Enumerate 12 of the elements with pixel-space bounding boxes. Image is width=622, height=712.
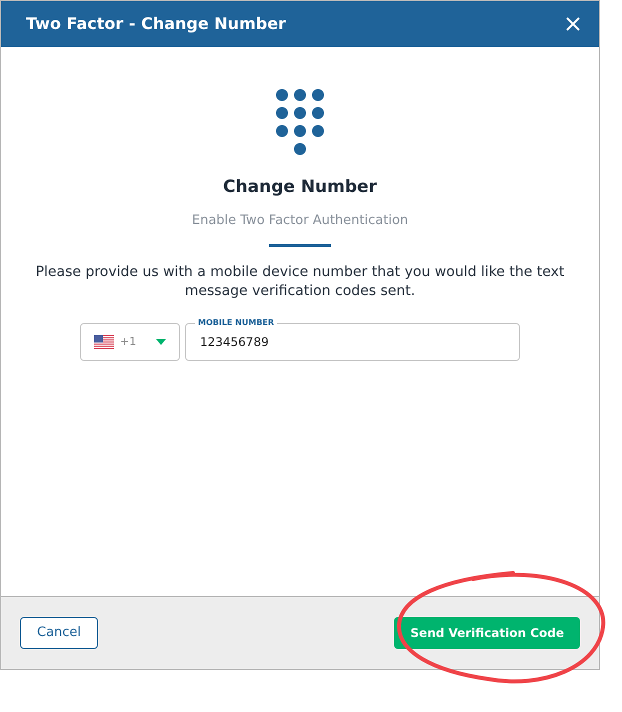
instructions-text: Please provide us with a mobile device number that you would like the text message verification codes sent. [35,263,565,301]
dropdown-caret-icon [156,339,166,345]
close-button[interactable] [565,16,581,32]
subheading: Enable Two Factor Authentication [192,212,408,230]
close-icon [565,16,581,32]
heading: Change Number [223,176,377,199]
window-title: Two Factor - Change Number [26,13,286,35]
country-code: +1 [120,334,136,350]
flag-icon [94,335,114,349]
country-select[interactable]: +1 [80,323,180,361]
keypad-icon [276,89,324,155]
cancel-button[interactable]: Cancel [20,617,98,649]
